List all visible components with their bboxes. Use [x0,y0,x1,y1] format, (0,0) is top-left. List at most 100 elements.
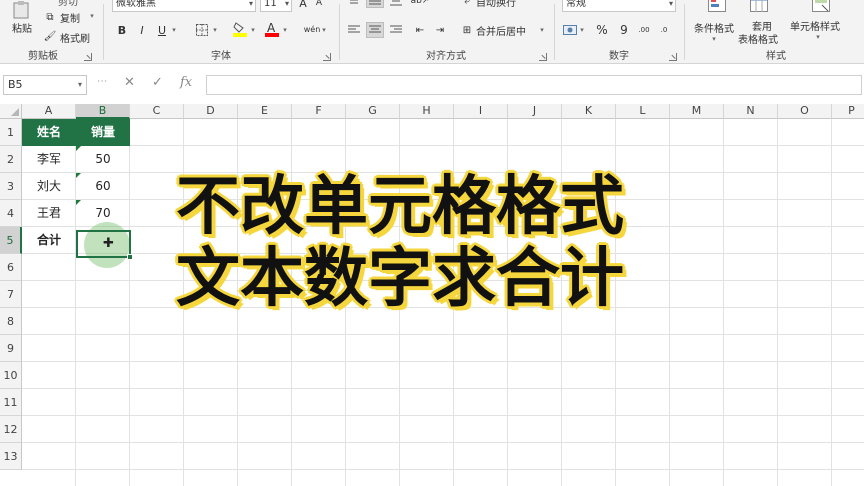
column-header-d[interactable]: D [184,104,238,119]
row-header-11[interactable]: 11 [0,389,22,416]
align-center-icon[interactable] [366,22,384,38]
column-header-c[interactable]: C [130,104,184,119]
total-label-cell[interactable]: 合计 [22,227,76,254]
splitter-handle-icon[interactable]: ⋮ [96,76,107,86]
column-header-k[interactable]: K [562,104,616,119]
align-right-icon[interactable] [388,22,404,38]
font-launcher-icon[interactable] [323,53,331,61]
alignment-group-label: 对齐方式 [426,51,466,62]
column-header-i[interactable]: I [454,104,508,119]
formula-input[interactable] [206,75,862,95]
copy-dropdown-icon[interactable]: ▾ [88,11,96,21]
phonetic-icon[interactable]: wén [304,20,321,38]
header-sales-cell[interactable]: 销量 [76,119,130,146]
cell-styles-button[interactable]: 单元格样式 [790,18,840,33]
currency-icon[interactable] [562,22,578,38]
merge-center-icon: ⊞ [462,24,472,36]
bold-button[interactable]: B [114,22,130,38]
font-name-value: 微软雅黑 [116,0,156,9]
fill-handle[interactable] [127,254,133,260]
conditional-format-button[interactable]: 条件格式 [694,20,734,35]
orientation-icon[interactable]: ab↗ [411,0,430,8]
merge-center-button[interactable]: 合并后居中 [476,23,526,38]
column-header-n[interactable]: N [724,104,778,119]
align-top-icon[interactable] [346,0,362,8]
underline-dropdown-icon[interactable]: ▾ [170,24,178,36]
select-all-corner[interactable] [0,104,22,119]
align-bottom-icon[interactable] [388,0,404,8]
comma-button[interactable]: 9 [616,22,632,38]
insert-function-icon[interactable]: fx [180,75,192,90]
row-header-8[interactable]: 8 [0,308,22,335]
italic-button[interactable]: I [134,22,150,38]
border-dropdown-icon[interactable]: ▾ [211,24,219,36]
alignment-launcher-icon[interactable] [539,53,547,61]
wrap-text-button[interactable]: 自动换行 [476,0,516,9]
increase-font-icon[interactable]: A [296,0,310,10]
column-header-b[interactable]: B [76,104,130,119]
fill-dropdown-icon[interactable]: ▾ [249,24,257,36]
column-header-m[interactable]: M [670,104,724,119]
row-header-12[interactable]: 12 [0,416,22,443]
row-header-4[interactable]: 4 [0,200,22,227]
decrease-decimal-icon[interactable]: .0 [656,22,672,38]
merge-dropdown-icon[interactable]: ▾ [538,24,546,36]
gridline-horizontal [22,145,864,146]
font-color-dropdown-icon[interactable]: ▾ [281,24,289,36]
copy-button[interactable]: 复制 [60,10,80,25]
column-header-h[interactable]: H [400,104,454,119]
sales-cell[interactable]: 50 [76,146,130,173]
column-header-o[interactable]: O [778,104,832,119]
format-painter-button[interactable]: 格式刷 [60,30,90,45]
row-header-7[interactable]: 7 [0,281,22,308]
row-header-6[interactable]: 6 [0,254,22,281]
font-size-select[interactable]: 11 ▾ [260,0,292,12]
column-header-p[interactable]: P [832,104,864,119]
name-cell[interactable]: 李军 [22,146,76,173]
border-icon[interactable] [194,22,210,38]
currency-dropdown-icon[interactable]: ▾ [578,24,586,36]
row-header-3[interactable]: 3 [0,173,22,200]
header-name-cell[interactable]: 姓名 [22,119,76,146]
increase-decimal-icon[interactable]: .00 [636,22,652,38]
enter-icon[interactable]: ✓ [152,75,163,90]
decrease-font-icon[interactable]: A [312,0,326,10]
fill-color-icon[interactable] [232,20,248,38]
align-left-icon[interactable] [346,22,362,38]
cancel-icon[interactable]: ✕ [124,75,135,90]
font-name-select[interactable]: 微软雅黑 ▾ [112,0,256,12]
percent-button[interactable]: % [594,22,610,38]
font-color-icon[interactable]: A [264,20,280,38]
phonetic-dropdown-icon[interactable]: ▾ [320,24,328,36]
column-header-e[interactable]: E [238,104,292,119]
column-header-f[interactable]: F [292,104,346,119]
number-launcher-icon[interactable] [669,53,677,61]
name-box[interactable]: B5 ▾ [3,75,87,95]
column-header-l[interactable]: L [616,104,670,119]
gridline-horizontal [22,442,864,443]
increase-indent-icon[interactable]: ⇥ [432,22,448,38]
name-cell[interactable]: 王君 [22,200,76,227]
align-middle-icon[interactable] [366,0,384,8]
number-format-select[interactable]: 常规 ▾ [562,0,676,12]
cell-styles-dropdown-icon[interactable]: ▾ [814,32,822,42]
name-cell[interactable]: 刘大 [22,173,76,200]
paste-icon[interactable] [8,0,34,20]
table-format-button-line2[interactable]: 表格格式 [738,31,778,46]
paste-button[interactable]: 粘贴 [12,20,32,35]
column-header-j[interactable]: J [508,104,562,119]
row-header-2[interactable]: 2 [0,146,22,173]
conditional-format-dropdown-icon[interactable]: ▾ [710,34,718,44]
decrease-indent-icon[interactable]: ⇤ [412,22,428,38]
row-header-13[interactable]: 13 [0,443,22,470]
column-header-g[interactable]: G [346,104,400,119]
sales-cell[interactable]: 60 [76,173,130,200]
row-header-9[interactable]: 9 [0,335,22,362]
row-header-5[interactable]: 5 [0,227,22,254]
cut-button[interactable]: 剪切 [58,0,78,8]
row-header-10[interactable]: 10 [0,362,22,389]
column-header-a[interactable]: A [22,104,76,119]
clipboard-launcher-icon[interactable] [84,53,92,61]
underline-button[interactable]: U [154,22,170,38]
row-header-1[interactable]: 1 [0,119,22,146]
